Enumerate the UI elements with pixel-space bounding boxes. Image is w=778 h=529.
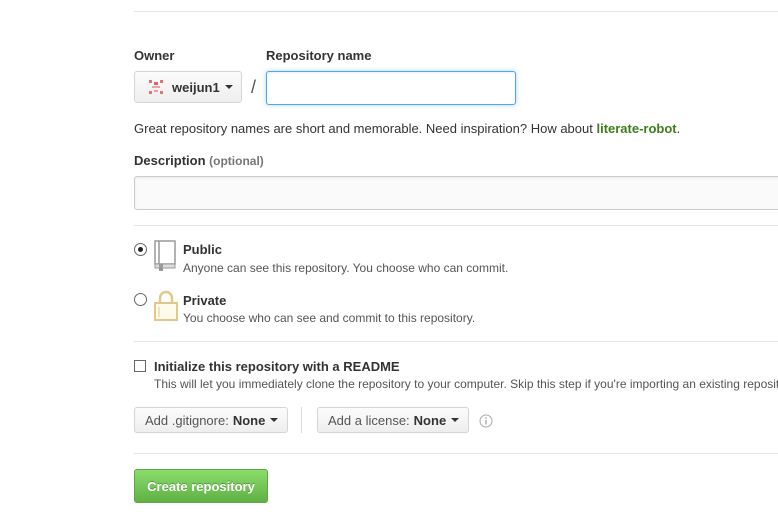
divider-readme [134,341,778,342]
description-input[interactable] [134,176,778,210]
license-label: Add a license: [328,412,410,428]
select-divider [301,407,302,433]
public-title: Public [183,242,223,257]
chevron-down-icon [224,85,233,89]
gitignore-dropdown-button[interactable]: Add .gitignore: None [134,407,288,433]
description-label-row: Description (optional) [134,153,264,168]
top-divider [134,11,778,12]
owner-dropdown-button[interactable]: weijun1 [134,71,242,103]
chevron-down-icon [451,418,460,422]
readme-desc: This will let you immediately clone the … [154,377,778,391]
description-label: Description [134,153,206,168]
public-desc: Anyone can see this repository. You choo… [183,261,509,275]
private-title: Private [183,293,227,308]
owner-name: weijun1 [172,79,220,95]
repo-name-input[interactable] [266,71,516,105]
owner-repo-separator: / [251,77,257,97]
create-repository-button[interactable]: Create repository [134,469,268,503]
private-desc: You choose who can see and commit to thi… [183,311,476,325]
identicon-icon [148,79,164,95]
info-icon[interactable] [479,414,493,428]
gitignore-label: Add .gitignore: [145,412,229,428]
license-dropdown-button[interactable]: Add a license: None [317,407,469,433]
public-radio[interactable] [134,243,147,256]
chevron-down-icon [270,418,279,422]
readme-title: Initialize this repository with a README [154,359,400,374]
owner-label: Owner [134,48,175,63]
gitignore-value: None [232,412,266,428]
private-radio[interactable] [134,293,147,306]
repo-name-hint: Great repository names are short and mem… [134,121,680,136]
lock-icon [153,290,179,322]
suggested-name-link[interactable]: literate-robot [596,121,676,136]
description-optional: (optional) [209,154,264,168]
hint-text: Great repository names are short and mem… [134,121,597,136]
readme-checkbox[interactable] [134,360,146,372]
divider-visibility [134,225,778,226]
divider-submit [134,453,778,454]
repo-name-label: Repository name [266,48,372,63]
book-icon [153,240,179,272]
hint-suffix: . [676,121,681,136]
license-value: None [413,412,447,428]
